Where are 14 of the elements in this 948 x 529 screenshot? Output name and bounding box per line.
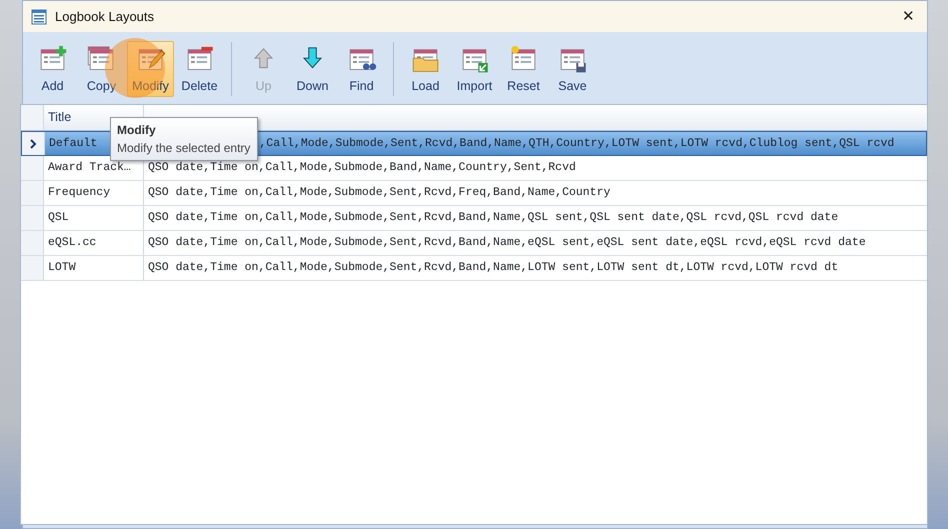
title-cell-text: QSL: [48, 210, 69, 226]
fields-cell-text: QSO date,Time on,Call,Mode,Submode,Sent,Rcvd,Freq,Band,Name,Country: [148, 185, 610, 202]
fields-cell-text: QSO date,Time on,Call,Mode,Submode,Sent,Rcvd,Band,Name,LOTW sent,LOTW sent dt,LOTW rcvd,LOTW rcvd dt: [148, 260, 838, 276]
tooltip-text: Modify the selected entry: [117, 141, 250, 155]
fields-cell-text: QSO date,Time on,Call,Mode,Submode,Band,Name,Country,Sent,Rcvd: [148, 160, 576, 176]
fields-cell-text: QSO date,Time on,Call,Mode,Submode,Sent,Rcvd,Band,Name,eQSL sent,eQSL sent date,eQSL rcvd,eQSL rcvd date: [148, 235, 866, 252]
fields-cell-text: ,Call,Mode,Submode,Sent,Rcvd,Band,Name,QTH,Country,LOTW sent,LOTW rcvd,Clublog sent,QSL rcvd: [259, 136, 894, 152]
title-cell-text: LOTW: [48, 260, 76, 276]
title-cell-text: eQSL.cc: [48, 235, 96, 252]
title-cell-text: Frequency: [48, 185, 110, 202]
title-cell-text: Default: [49, 136, 98, 152]
fields-cell-text: QSO date,Time on,Call,Mode,Submode,Sent,Rcvd,Band,Name,QSL sent,QSL sent date,QSL rcvd,QSL rcvd date: [148, 210, 838, 226]
title-cell-text: Award Track…: [48, 160, 131, 176]
window-title: Logbook Layouts: [55, 8, 154, 26]
